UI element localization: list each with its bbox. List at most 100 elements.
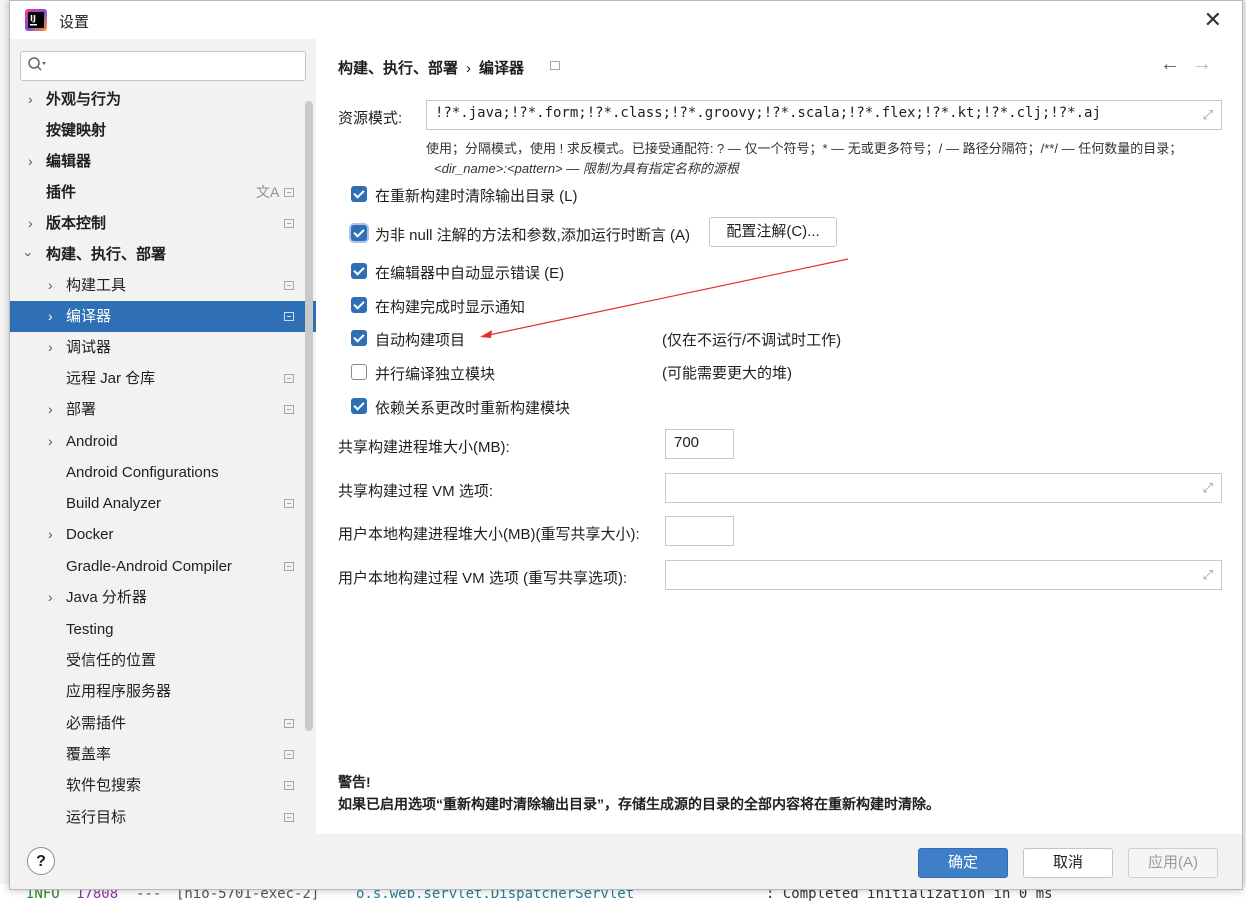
breadcrumb-separator: › — [466, 60, 472, 77]
sidebar-item-plugins[interactable]: 插件 文A — [10, 177, 316, 208]
chevron-right-icon: › — [28, 91, 33, 107]
local-heap-label: 用户本地构建进程堆大小(MB)(重写共享大小): — [338, 526, 640, 543]
sidebar-item-vcs[interactable]: › 版本控制 — [10, 208, 316, 239]
sidebar-item-java-profiler[interactable]: › Java 分析器 — [10, 582, 316, 613]
resource-pattern-input[interactable]: !?*.java;!?*.form;!?*.class;!?*.groovy;!… — [426, 100, 1222, 130]
chevron-right-icon: › — [48, 433, 53, 449]
shared-heap-label: 共享构建进程堆大小(MB): — [338, 439, 510, 456]
sidebar-item-trusted-locations[interactable]: 受信任的位置 — [10, 645, 316, 676]
chevron-right-icon: › — [48, 401, 53, 417]
title-bar: IJ 设置 ✕ — [10, 1, 1242, 39]
not-null-assertions-label: 为非 null 注解的方法和参数,添加运行时断言 (A) — [375, 227, 691, 244]
sidebar-item-testing[interactable]: Testing — [10, 614, 316, 645]
resource-pattern-label: 资源模式: — [338, 110, 403, 127]
project-level-icon — [284, 405, 294, 414]
chevron-right-icon: › — [28, 153, 33, 169]
project-level-icon — [284, 219, 294, 228]
sidebar-item-required-plugins[interactable]: 必需插件 — [10, 708, 316, 739]
project-level-icon — [284, 813, 294, 822]
project-level-icon — [284, 499, 294, 508]
sidebar-item-keymap[interactable]: 按键映射 — [10, 115, 316, 146]
auto-build-label: 自动构建项目 — [375, 332, 466, 349]
close-icon[interactable]: ✕ — [1204, 7, 1222, 33]
sidebar-item-gradle-android-compiler[interactable]: Gradle-Android Compiler — [10, 551, 316, 582]
expand-icon[interactable]: ⤢ — [1203, 480, 1213, 496]
sidebar-item-build-analyzer[interactable]: Build Analyzer — [10, 488, 316, 519]
shared-vm-input[interactable]: ⤢ — [665, 473, 1222, 503]
sidebar-item-remote-jar[interactable]: 远程 Jar 仓库 — [10, 363, 316, 394]
chevron-right-icon: › — [48, 308, 53, 324]
sidebar-item-android[interactable]: › Android — [10, 426, 316, 457]
project-level-icon — [284, 281, 294, 290]
not-null-assertions-checkbox[interactable] — [351, 225, 367, 241]
clear-output-label: 在重新构建时清除输出目录 (L) — [375, 188, 578, 205]
sidebar-item-compiler[interactable]: › 编译器 — [10, 301, 316, 332]
expand-icon[interactable]: ⤢ — [1203, 567, 1213, 583]
sidebar-item-package-search[interactable]: 软件包搜索 — [10, 770, 316, 801]
chevron-right-icon: › — [28, 215, 33, 231]
ok-button[interactable]: 确定 — [918, 848, 1008, 878]
project-level-icon — [284, 312, 294, 321]
annotation-arrow — [480, 258, 849, 338]
warning-title: 警告! — [338, 774, 371, 790]
chevron-down-icon: › — [20, 252, 37, 257]
warning-text: 如果已启用选项“重新构建时清除输出目录”，存储生成源的目录的全部内容将在重新构建… — [338, 796, 940, 812]
shared-heap-input[interactable]: 700 — [665, 429, 734, 459]
dialog-title: 设置 — [59, 14, 90, 31]
breadcrumb-current: 编译器 — [479, 60, 525, 77]
chevron-right-icon: › — [48, 589, 53, 605]
show-errors-checkbox[interactable] — [351, 263, 367, 279]
sidebar-item-build-tools[interactable]: › 构建工具 — [10, 270, 316, 301]
project-level-icon — [284, 188, 294, 197]
parallel-compile-checkbox[interactable] — [351, 364, 367, 380]
auto-build-checkbox[interactable] — [351, 330, 367, 346]
chevron-right-icon: › — [48, 277, 53, 293]
expand-icon[interactable]: ⤢ — [1203, 107, 1213, 123]
resource-pattern-hint-2: <dir_name>:<pattern> — 限制为具有指定名称的源根 — [434, 161, 739, 176]
cancel-button[interactable]: 取消 — [1023, 848, 1113, 878]
settings-sidebar: › 外观与行为 按键映射 › 编辑器 插件 文A › 版本控制 › 构建、执行、… — [10, 39, 316, 834]
apply-button[interactable]: 应用(A) — [1128, 848, 1218, 878]
resource-pattern-hint: 使用；分隔模式，使用 ! 求反模式。已接受通配符: ? — 仅一个符号；* — … — [426, 141, 1183, 156]
sidebar-item-android-configurations[interactable]: Android Configurations — [10, 457, 316, 488]
sidebar-scrollbar[interactable] — [305, 101, 313, 731]
breadcrumb-parent[interactable]: 构建、执行、部署 — [338, 60, 458, 77]
sidebar-item-run-targets[interactable]: 运行目标 — [10, 802, 316, 833]
breadcrumb: 构建、执行、部署 › 编译器 — [338, 57, 524, 78]
compiler-settings-panel: 构建、执行、部署 › 编译器 ← → 资源模式: !?*.java;!?*.form… — [316, 39, 1242, 834]
local-vm-label: 用户本地构建过程 VM 选项 (重写共享选项): — [338, 570, 628, 587]
sidebar-item-appearance[interactable]: › 外观与行为 — [10, 84, 316, 115]
project-level-icon — [284, 562, 294, 571]
local-heap-input[interactable] — [665, 516, 734, 546]
search-icon — [28, 57, 46, 71]
help-button[interactable]: ? — [27, 847, 55, 875]
chevron-right-icon: › — [48, 339, 53, 355]
clear-output-checkbox[interactable] — [351, 186, 367, 202]
project-level-icon — [550, 61, 560, 70]
sidebar-item-coverage[interactable]: 覆盖率 — [10, 739, 316, 770]
shared-vm-label: 共享构建过程 VM 选项: — [338, 483, 494, 500]
build-notification-checkbox[interactable] — [351, 297, 367, 313]
back-arrow-icon[interactable]: ← — [1160, 53, 1180, 76]
svg-text:IJ: IJ — [30, 14, 36, 23]
sidebar-item-editor[interactable]: › 编辑器 — [10, 146, 316, 177]
sidebar-item-build-exec-deploy[interactable]: › 构建、执行、部署 — [10, 239, 316, 270]
sidebar-item-debugger[interactable]: › 调试器 — [10, 332, 316, 363]
project-level-icon — [284, 719, 294, 728]
sidebar-item-app-servers[interactable]: 应用程序服务器 — [10, 676, 316, 707]
project-level-icon — [284, 781, 294, 790]
forward-arrow-icon[interactable]: → — [1192, 53, 1212, 76]
sidebar-item-docker[interactable]: › Docker — [10, 519, 316, 550]
dialog-footer: ? 确定 取消 应用(A) — [10, 834, 1242, 889]
intellij-app-icon: IJ — [25, 9, 47, 31]
rebuild-dependencies-label: 依赖关系更改时重新构建模块 — [375, 400, 571, 417]
settings-search[interactable] — [20, 51, 306, 81]
sidebar-item-deployment[interactable]: › 部署 — [10, 394, 316, 425]
parallel-compile-note: (可能需要更大的堆) — [662, 365, 792, 382]
search-input[interactable] — [51, 55, 299, 77]
configure-annotations-button[interactable]: 配置注解(C)... — [709, 217, 837, 247]
translate-icon: 文A — [256, 184, 280, 200]
local-vm-input[interactable]: ⤢ — [665, 560, 1222, 590]
project-level-icon — [284, 750, 294, 759]
rebuild-dependencies-checkbox[interactable] — [351, 398, 367, 414]
